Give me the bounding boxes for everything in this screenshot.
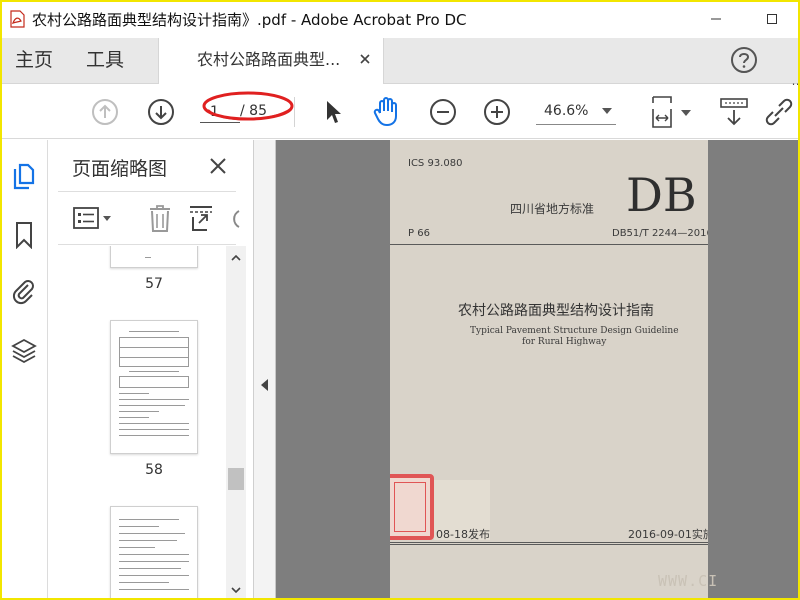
rotate-page-button[interactable] xyxy=(228,206,240,232)
select-tool-button[interactable] xyxy=(320,97,346,127)
zoom-out-icon xyxy=(430,99,456,125)
db-code: DB xyxy=(626,168,697,222)
toolbar-divider xyxy=(294,97,295,127)
thumbnail-options-button[interactable] xyxy=(72,204,112,232)
page-rule xyxy=(390,542,708,543)
panel-title: 页面缩略图 xyxy=(72,158,168,180)
close-icon xyxy=(210,158,226,174)
ics-code: ICS 93.080 xyxy=(408,158,463,169)
page-total: / 85 xyxy=(240,103,267,119)
page-insert-icon xyxy=(190,206,212,231)
document-title-cn: 农村公路路面典型结构设计指南 xyxy=(458,303,654,319)
insert-pages-button[interactable] xyxy=(186,202,216,234)
delete-pages-button[interactable] xyxy=(146,202,174,234)
chevron-down-icon xyxy=(602,108,612,114)
toolbar: / 85 46.6% xyxy=(0,85,800,139)
help-button[interactable] xyxy=(730,46,758,74)
chevron-up-icon xyxy=(231,255,241,261)
bookmarks-button[interactable] xyxy=(10,220,38,250)
page-thumbnails-panel: 页面缩略图 57 58 xyxy=(48,140,254,600)
title-bar: 农村公路路面典型结构设计指南》.pdf - Adobe Acrobat Pro … xyxy=(0,0,800,38)
help-icon xyxy=(731,47,757,73)
tab-close-button[interactable] xyxy=(357,51,373,67)
page-display-icon xyxy=(652,96,691,128)
zoom-in-button[interactable] xyxy=(482,97,512,127)
minimize-icon xyxy=(711,18,721,20)
hand-tool-button[interactable] xyxy=(370,95,404,129)
scroll-mode-button[interactable] xyxy=(718,95,750,129)
scroll-mode-icon xyxy=(720,98,748,126)
select-tool-icon xyxy=(327,101,341,123)
page-thumbnails-icon xyxy=(13,163,35,190)
link-icon xyxy=(765,98,793,126)
thumbnail-page-58[interactable] xyxy=(110,320,198,454)
trash-icon xyxy=(150,205,170,232)
attachments-button[interactable] xyxy=(10,276,38,306)
zoom-out-button[interactable] xyxy=(428,97,458,127)
window-title: 农村公路路面典型结构设计指南》.pdf - Adobe Acrobat Pro … xyxy=(32,10,467,29)
tab-bar: 主页 工具 农村公路路面典型... 指 xyxy=(0,38,800,101)
scroll-up-button[interactable] xyxy=(230,252,242,264)
red-stamp xyxy=(390,474,434,540)
acrobat-pdf-icon xyxy=(8,10,26,28)
panel-divider xyxy=(58,191,236,192)
document-viewport[interactable]: ICS 93.080 DB 四川省地方标准 P 66 DB51/T 2244—2… xyxy=(276,140,800,600)
link-button[interactable] xyxy=(760,95,796,129)
maximize-button[interactable] xyxy=(744,0,800,38)
previous-page-button[interactable] xyxy=(90,97,120,127)
panel-divider xyxy=(58,244,236,245)
rotate-icon xyxy=(233,210,240,228)
scrollbar-thumb[interactable] xyxy=(228,468,244,490)
bookmarks-icon xyxy=(16,222,32,249)
maximize-icon xyxy=(767,14,777,24)
chevron-down-icon xyxy=(231,587,241,593)
previous-page-icon xyxy=(92,99,118,125)
collapse-arrow-icon xyxy=(261,379,268,391)
tab-home[interactable]: 主页 xyxy=(15,38,53,83)
attachments-icon xyxy=(12,280,34,305)
hand-tool-icon xyxy=(373,97,397,126)
scroll-down-button[interactable] xyxy=(230,584,242,596)
next-page-icon xyxy=(148,99,174,125)
panel-collapse-handle[interactable] xyxy=(254,140,276,600)
pdf-page: ICS 93.080 DB 四川省地方标准 P 66 DB51/T 2244—2… xyxy=(390,140,708,600)
watermark-text: WWW.CI xyxy=(658,572,719,590)
document-title-en-2: for Rural Highway xyxy=(522,337,607,347)
document-tab[interactable]: 农村公路路面典型... xyxy=(158,38,384,84)
region-label: 四川省地方标准 xyxy=(510,202,595,216)
thumbnail-label: 58 xyxy=(145,462,163,478)
implementation-date: 2016-09-01实施 xyxy=(628,528,708,541)
minimize-button[interactable] xyxy=(688,0,744,38)
zoom-dropdown[interactable]: 46.6% xyxy=(536,99,616,125)
layers-icon xyxy=(11,338,37,364)
page-rule xyxy=(390,544,708,545)
page-number-input[interactable] xyxy=(200,101,240,123)
layers-button[interactable] xyxy=(10,336,38,366)
thumbnail-scrollbar[interactable] xyxy=(226,246,246,600)
panel-toolbar xyxy=(48,200,254,236)
document-title-en-1: Typical Pavement Structure Design Guidel… xyxy=(470,326,679,336)
thumbnail-label: 57 xyxy=(145,276,163,292)
tab-tools[interactable]: 工具 xyxy=(86,38,124,83)
thumbnail-page-59[interactable] xyxy=(110,506,198,600)
next-page-button[interactable] xyxy=(146,97,176,127)
page-rule xyxy=(390,244,708,245)
zoom-value: 46.6% xyxy=(544,103,589,119)
issue-date: 08-18发布 xyxy=(436,528,490,541)
page-thumbnails-button[interactable] xyxy=(10,162,38,192)
panel-close-button[interactable] xyxy=(206,154,230,178)
standard-number: DB51/T 2244—2016 xyxy=(612,228,708,239)
thumbnail-list: 57 58 xyxy=(48,246,226,600)
page-display-button[interactable] xyxy=(646,93,694,131)
close-icon xyxy=(360,54,370,64)
thumbnail-page-57[interactable] xyxy=(110,246,198,268)
p-number: P 66 xyxy=(408,228,430,239)
left-navigation-rail xyxy=(0,140,48,600)
options-menu-icon xyxy=(73,207,111,229)
zoom-in-icon xyxy=(484,99,510,125)
document-tab-label: 农村公路路面典型... xyxy=(197,50,341,69)
